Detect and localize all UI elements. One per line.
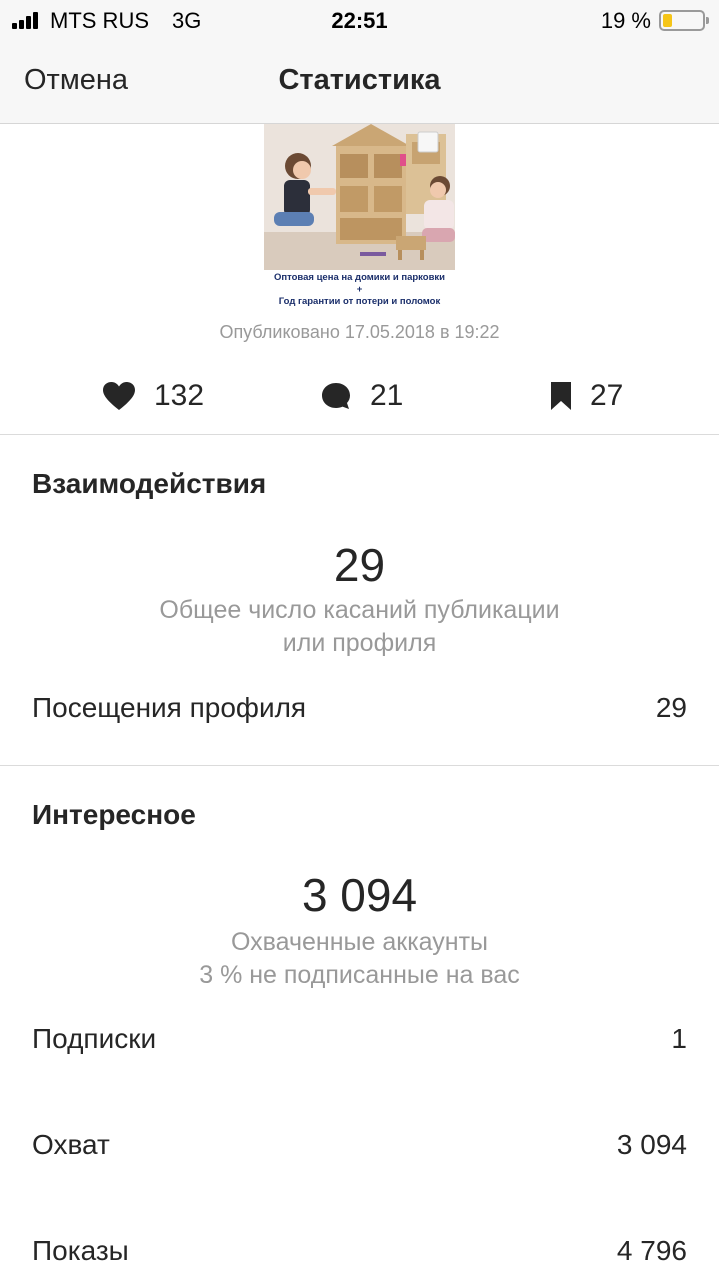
discovery-title: Интересное (32, 799, 196, 830)
heart-icon (103, 382, 135, 410)
battery-icon (659, 10, 709, 31)
post-thumbnail: Оптовая цена на домики и парковки + Год … (264, 124, 455, 311)
published-date: Опубликовано 17.05.2018 в 19:22 (219, 322, 500, 342)
interactions-caption: Общее число касаний публикации или профи… (0, 594, 719, 660)
post-image-caption: Оптовая цена на домики и парковки + Год … (264, 270, 455, 311)
caption-line: Оптовая цена на домики и парковки (273, 272, 446, 283)
saves-count: 27 (590, 379, 624, 412)
bookmark-icon (551, 382, 571, 410)
follows-label: Подписки (32, 1023, 157, 1054)
discovery-total: 3 094 (301, 869, 418, 921)
caption-line: Год гарантии от потери и поломок (278, 296, 441, 307)
caption-line: 3 % не подписанные на вас (199, 961, 520, 989)
likes-count: 132 (154, 379, 205, 412)
follows-value: 1 (671, 1023, 687, 1054)
discovery-caption: Охваченные аккаунты 3 % не подписанные н… (0, 926, 719, 992)
comment-icon (322, 383, 350, 409)
status-bar: MTS RUS 3G 22:51 19 % (0, 0, 719, 40)
interactions-total: 29 (333, 539, 386, 591)
interactions-title: Взаимодействия (32, 468, 267, 499)
reach-value: 3 094 (616, 1129, 687, 1160)
likes-stat: 132 (102, 374, 204, 418)
caption-line: + (356, 284, 363, 295)
caption-line: Охваченные аккаунты (230, 928, 489, 956)
post-photo (264, 124, 455, 274)
profile-visits-label: Посещения профиля (32, 692, 307, 723)
divider (0, 434, 719, 435)
caption-line: или профиля (282, 629, 437, 657)
comments-stat: 21 (320, 374, 403, 418)
impressions-value: 4 796 (616, 1235, 687, 1266)
comments-count: 21 (370, 379, 404, 412)
impressions-label: Показы (32, 1235, 129, 1266)
profile-visits-value: 29 (655, 692, 687, 723)
navigation-bar: Отмена Статистика (0, 40, 719, 124)
battery-percentage: 19 % (600, 8, 651, 33)
reach-label: Охват (32, 1129, 110, 1160)
divider (0, 765, 719, 766)
saves-stat: 27 (550, 374, 623, 418)
page-title: Статистика (278, 64, 441, 96)
caption-line: Общее число касаний публикации (159, 596, 560, 624)
